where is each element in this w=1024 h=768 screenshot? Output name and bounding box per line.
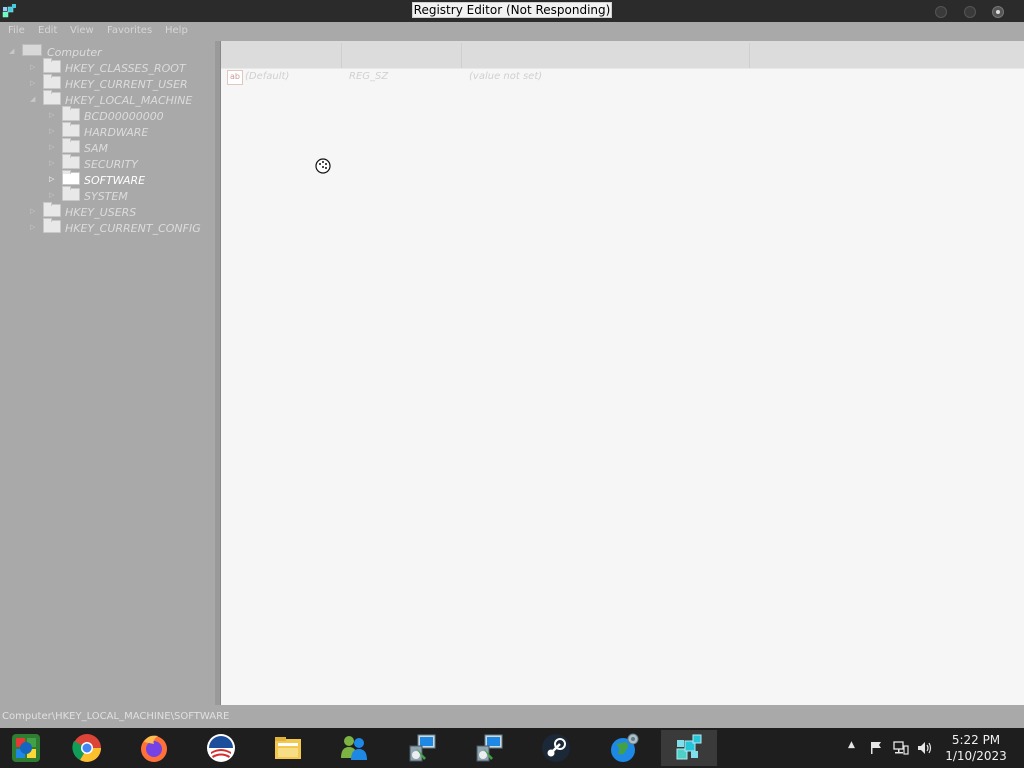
busy-cursor-icon [315,158,331,174]
folder-icon [62,154,80,169]
tree-node-hkey-classes-root[interactable]: HKEY_CLASSES_ROOT [43,58,186,76]
computer-icon [22,44,42,56]
maximize-button[interactable] [964,6,976,18]
column-header-name[interactable] [221,43,342,68]
firefox-icon [141,735,167,762]
tree-node-hardware[interactable]: HARDWARE [62,122,148,140]
taskbar-registry-editor[interactable] [661,730,717,766]
column-header-type[interactable] [342,43,462,68]
expand-icon[interactable]: ▷ [30,208,36,215]
menu-edit[interactable]: Edit [38,25,57,36]
steam-icon [542,734,570,762]
menu-favorites[interactable]: Favorites [107,25,152,36]
window-title: Registry Editor (Not Responding) [411,2,613,18]
status-bar: Computer\HKEY_LOCAL_MACHINE\SOFTWARE [0,708,1024,728]
taskbar-setup-2[interactable] [461,730,517,766]
tree-node-system[interactable]: SYSTEM [62,186,128,204]
volume-icon[interactable] [917,741,933,755]
expand-icon[interactable]: ▷ [49,160,55,167]
folder-icon [62,122,80,137]
collapse-icon[interactable]: ◢ [9,48,15,55]
taskbar-clock[interactable]: 5:22 PM 1/10/2023 [940,732,1012,764]
file-explorer-icon [275,737,301,759]
status-path: Computer\HKEY_LOCAL_MACHINE\SOFTWARE [2,711,230,722]
setup-installer-icon [476,734,503,762]
taskbar-firefox[interactable] [126,730,182,766]
registry-editor-icon [676,734,702,760]
chrome-icon [72,734,101,762]
tree-node-label: Computer [47,46,102,59]
menu-help[interactable]: Help [165,25,188,36]
collapse-icon[interactable]: ◢ [30,96,36,103]
start-orb-icon [12,734,40,762]
show-hidden-icons-button[interactable]: ▲ [848,740,855,750]
title-bar[interactable]: Registry Editor (Not Responding) [0,0,1024,22]
taskbar-messenger[interactable] [326,730,382,766]
close-button[interactable] [992,6,1004,18]
taskbar-file-explorer[interactable] [260,730,316,766]
obama-logo-icon [207,734,235,762]
tree-node-hkey-users[interactable]: HKEY_USERS [43,202,136,220]
folder-icon [43,90,61,105]
taskbar-chrome[interactable] [59,730,115,766]
menu-view[interactable]: View [70,25,94,36]
clock-time: 5:22 PM [951,733,1001,747]
tree-node-security[interactable]: SECURITY [62,154,138,172]
taskbar-globe-app[interactable] [596,730,652,766]
expand-icon[interactable]: ▷ [30,80,36,87]
expand-icon[interactable]: ▷ [30,224,36,231]
taskbar-steam[interactable] [528,730,584,766]
registry-tree[interactable]: ◢ Computer ▷ HKEY_CLASSES_ROOT ▷ HKEY_CU… [0,41,215,705]
folder-icon [43,202,61,217]
value-type: REG_SZ [349,71,389,82]
minimize-button[interactable] [935,6,947,18]
values-list[interactable]: ab (Default) REG_SZ (value not set) [220,41,1024,705]
folder-icon [62,106,80,121]
column-header-data[interactable] [462,43,750,68]
tree-node-hkey-current-user[interactable]: HKEY_CURRENT_USER [43,74,188,92]
value-name[interactable]: (Default) [245,70,289,84]
taskbar: ▲ 5:22 PM 1/10/2023 [0,728,1024,768]
messenger-icon [341,736,367,760]
expand-icon[interactable]: ▷ [49,144,55,151]
globe-settings-icon [611,733,639,762]
tree-node-computer[interactable]: Computer [22,44,102,60]
folder-icon [43,74,61,89]
expand-icon[interactable]: ▷ [49,192,55,199]
folder-icon [62,186,80,201]
folder-icon [62,138,80,153]
network-icon[interactable] [893,741,909,755]
clock-date: 1/10/2023 [945,749,1007,763]
expand-icon[interactable]: ▷ [49,128,55,135]
tree-node-hkey-current-config[interactable]: HKEY_CURRENT_CONFIG [43,218,201,236]
menu-bar: File Edit View Favorites Help [0,22,1024,41]
setup-installer-icon [409,734,436,762]
string-value-icon: ab [227,70,243,85]
action-center-flag-icon[interactable] [869,741,883,755]
folder-icon [43,218,61,233]
tree-node-software[interactable]: SOFTWARE [62,170,145,188]
folder-icon [62,170,80,185]
folder-icon [43,58,61,73]
taskbar-setup-1[interactable] [394,730,450,766]
tree-node-bcd[interactable]: BCD00000000 [62,106,164,124]
expand-icon[interactable]: ▷ [49,112,55,119]
column-header-row [221,41,1024,69]
expand-icon[interactable]: ▷ [30,64,36,71]
expand-icon[interactable]: ▷ [49,176,55,183]
taskbar-obama-app[interactable] [193,730,249,766]
menu-file[interactable]: File [8,25,25,36]
start-button[interactable] [0,730,52,766]
value-data: (value not set) [469,71,543,82]
